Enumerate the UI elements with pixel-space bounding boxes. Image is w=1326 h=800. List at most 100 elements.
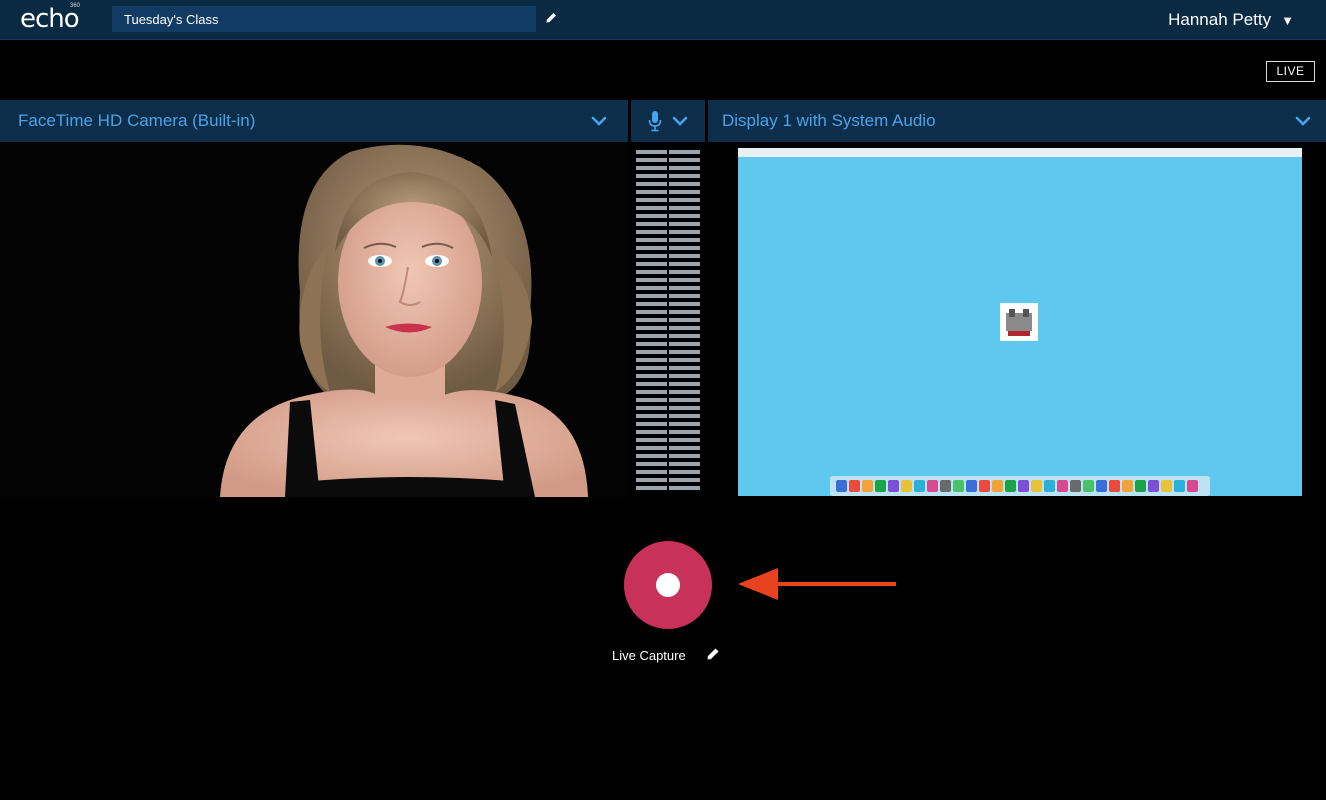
camera-preview: [0, 142, 628, 497]
meter-segment: [669, 198, 700, 202]
meter-segment: [669, 158, 700, 162]
meter-segment: [669, 446, 700, 450]
dock-app-icon: [953, 480, 964, 492]
dock-app-icon: [875, 480, 886, 492]
dock-app-icon: [1083, 480, 1094, 492]
meter-segment: [669, 382, 700, 386]
meter-segment: [669, 262, 700, 266]
arrow-left-annotation-icon: [738, 568, 896, 600]
meter-segment: [636, 454, 667, 458]
edit-capture-pencil-icon[interactable]: [705, 646, 721, 662]
capture-title-input[interactable]: [112, 6, 536, 32]
meter-segment: [669, 430, 700, 434]
meter-segment: [636, 422, 667, 426]
record-dot-icon: [656, 573, 680, 597]
meter-segment: [636, 366, 667, 370]
meter-segment: [669, 238, 700, 242]
chevron-down-icon: [1295, 116, 1311, 126]
meter-segment: [636, 334, 667, 338]
meter-segment: [636, 310, 667, 314]
meter-segment: [636, 198, 667, 202]
meter-segment: [669, 478, 700, 482]
start-capture-button[interactable]: [624, 541, 712, 629]
audio-source-select[interactable]: [631, 100, 705, 142]
dock-app-icon: [1109, 480, 1120, 492]
meter-segment: [636, 294, 667, 298]
meter-segment: [669, 326, 700, 330]
meter-segment: [669, 454, 700, 458]
meter-segment: [636, 470, 667, 474]
meter-segment: [636, 262, 667, 266]
dock-app-icon: [1070, 480, 1081, 492]
display-source-select[interactable]: Display 1 with System Audio: [708, 100, 1326, 142]
meter-segment: [669, 334, 700, 338]
dock-app-icon: [1057, 480, 1068, 492]
display-preview: [708, 142, 1326, 497]
meter-segment: [636, 350, 667, 354]
meter-segment: [636, 478, 667, 482]
meter-segment: [636, 374, 667, 378]
meter-segment: [636, 246, 667, 250]
mac-menu-bar: [738, 148, 1302, 157]
dock-app-icons: [836, 480, 1198, 492]
meter-segment: [636, 150, 667, 154]
meter-segment: [636, 166, 667, 170]
meter-segment: [669, 166, 700, 170]
meter-segment: [636, 222, 667, 226]
mac-dock: [830, 476, 1210, 496]
edit-title-pencil-icon[interactable]: [543, 10, 559, 26]
dock-app-icon: [979, 480, 990, 492]
meter-segment: [669, 222, 700, 226]
meter-segment: [636, 342, 667, 346]
video-source-select[interactable]: FaceTime HD Camera (Built-in): [0, 100, 628, 142]
meter-segment: [669, 318, 700, 322]
meter-segment: [669, 374, 700, 378]
meter-segment: [669, 294, 700, 298]
meter-segment: [636, 214, 667, 218]
meter-segment: [669, 302, 700, 306]
meter-segment: [669, 406, 700, 410]
user-name: Hannah Petty: [1168, 10, 1272, 29]
meter-segment: [636, 182, 667, 186]
meter-segment: [636, 486, 667, 490]
meter-segment: [669, 310, 700, 314]
meter-segment: [636, 446, 667, 450]
caret-down-icon: ▼: [1281, 12, 1294, 28]
dock-app-icon: [914, 480, 925, 492]
audio-level-bars: [636, 150, 700, 490]
desktop-screen-capture: [738, 148, 1302, 496]
meter-segment: [636, 302, 667, 306]
user-menu[interactable]: Hannah Petty ▼: [1168, 10, 1294, 30]
meter-segment: [636, 398, 667, 402]
meter-segment: [669, 174, 700, 178]
audio-level-meter: [631, 142, 705, 497]
meter-segment: [636, 326, 667, 330]
meter-segment: [636, 438, 667, 442]
meter-segment: [669, 438, 700, 442]
meter-segment: [636, 390, 667, 394]
echo-logo-superscript: 360: [70, 3, 81, 9]
meter-segment: [669, 350, 700, 354]
dock-app-icon: [1096, 480, 1107, 492]
header-bar: echo 360 Hannah Petty ▼: [0, 0, 1326, 40]
meter-segment: [636, 230, 667, 234]
dock-app-icon: [1044, 480, 1055, 492]
meter-segment: [636, 318, 667, 322]
meter-segment: [669, 342, 700, 346]
meter-segment: [636, 254, 667, 258]
meter-segment: [669, 182, 700, 186]
meter-segment: [669, 190, 700, 194]
dock-app-icon: [888, 480, 899, 492]
meter-segment: [636, 158, 667, 162]
meter-segment: [669, 150, 700, 154]
meter-segment: [669, 358, 700, 362]
meter-segment: [636, 238, 667, 242]
dock-app-icon: [862, 480, 873, 492]
meter-segment: [669, 470, 700, 474]
video-source-label: FaceTime HD Camera (Built-in): [18, 111, 256, 130]
meter-segment: [669, 422, 700, 426]
meter-segment: [669, 278, 700, 282]
meter-segment: [636, 406, 667, 410]
dock-app-icon: [927, 480, 938, 492]
meter-segment: [669, 270, 700, 274]
